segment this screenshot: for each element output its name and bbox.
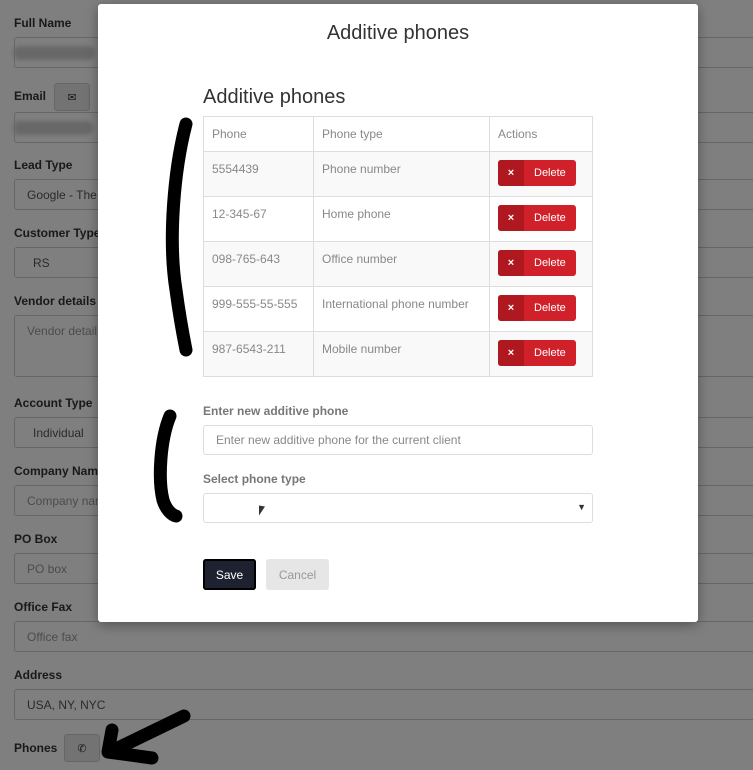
header-phone-type: Phone type xyxy=(313,116,490,152)
delete-label: Delete xyxy=(534,167,566,179)
header-phone: Phone xyxy=(203,116,314,152)
phone-type-cell: Mobile number xyxy=(313,331,490,377)
delete-label: Delete xyxy=(534,302,566,314)
close-icon: × xyxy=(498,250,524,276)
table-row: 987-6543-211 Mobile number × Delete xyxy=(203,331,593,377)
actions-cell: × Delete xyxy=(489,151,593,197)
section-title: Additive phones xyxy=(203,86,346,108)
delete-button[interactable]: × Delete xyxy=(498,205,576,231)
phone-cell: 5554439 xyxy=(203,151,314,197)
actions-cell: × Delete xyxy=(489,241,593,287)
phone-type-select[interactable]: ▼ xyxy=(203,493,593,523)
chevron-down-icon: ▼ xyxy=(577,502,586,512)
table-row: 098-765-643 Office number × Delete xyxy=(203,241,593,287)
new-phone-label: Enter new additive phone xyxy=(203,404,349,418)
phone-cell: 987-6543-211 xyxy=(203,331,314,377)
phone-cell: 12-345-67 xyxy=(203,196,314,242)
phone-cell: 999-555-55-555 xyxy=(203,286,314,332)
new-phone-input[interactable] xyxy=(203,425,593,455)
actions-cell: × Delete xyxy=(489,196,593,242)
table-row: 999-555-55-555 International phone numbe… xyxy=(203,286,593,332)
delete-button[interactable]: × Delete xyxy=(498,250,576,276)
mouse-cursor-icon xyxy=(259,505,265,517)
table-header-row: Phone Phone type Actions xyxy=(203,116,593,152)
delete-button[interactable]: × Delete xyxy=(498,295,576,321)
phone-type-cell: Phone number xyxy=(313,151,490,197)
delete-button[interactable]: × Delete xyxy=(498,340,576,366)
actions-cell: × Delete xyxy=(489,331,593,377)
phones-table: Phone Phone type Actions 5554439 Phone n… xyxy=(203,116,593,377)
table-row: 5554439 Phone number × Delete xyxy=(203,151,593,197)
delete-label: Delete xyxy=(534,257,566,269)
phone-type-label: Select phone type xyxy=(203,472,306,486)
header-actions: Actions xyxy=(489,116,593,152)
phone-cell: 098-765-643 xyxy=(203,241,314,287)
phone-type-cell: Home phone xyxy=(313,196,490,242)
close-icon: × xyxy=(498,160,524,186)
delete-label: Delete xyxy=(534,347,566,359)
close-icon: × xyxy=(498,205,524,231)
modal-title: Additive phones xyxy=(326,22,470,44)
close-icon: × xyxy=(498,340,524,366)
table-row: 12-345-67 Home phone × Delete xyxy=(203,196,593,242)
actions-cell: × Delete xyxy=(489,286,593,332)
delete-button[interactable]: × Delete xyxy=(498,160,576,186)
save-button[interactable]: Save xyxy=(203,559,256,590)
delete-label: Delete xyxy=(534,212,566,224)
phone-type-cell: International phone number xyxy=(313,286,490,332)
additive-phones-modal: Additive phones Additive phones Phone Ph… xyxy=(98,4,698,622)
phone-type-cell: Office number xyxy=(313,241,490,287)
cancel-button[interactable]: Cancel xyxy=(266,559,329,590)
close-icon: × xyxy=(498,295,524,321)
